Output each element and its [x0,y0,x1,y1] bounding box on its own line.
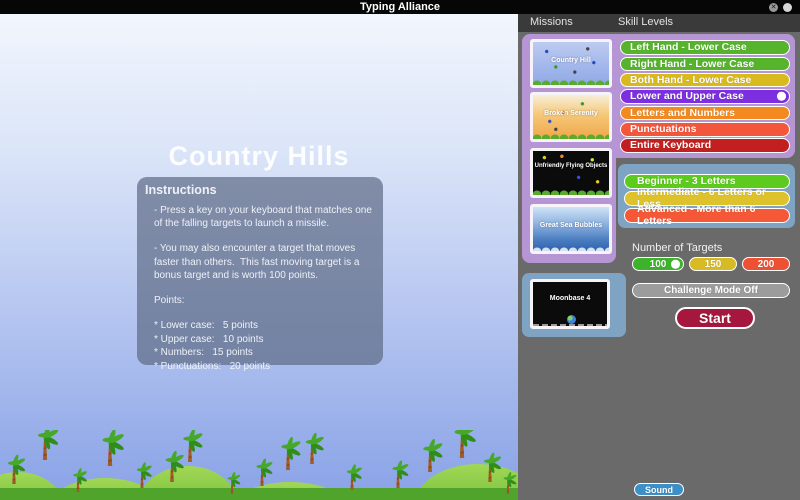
button-label: 150 [704,258,722,270]
selected-indicator-dot [777,92,786,101]
button-label: Start [699,310,731,326]
button-label: 100 [649,258,667,270]
mission-thumb-label: Moonbase 4 [549,295,591,303]
button-label: Advanced - More than 6 Letters [637,203,756,228]
skill-left-hand-lower-case[interactable]: Left Hand - Lower Case [620,40,790,55]
challenge-mode-button[interactable]: Challenge Mode Off [632,283,790,298]
button-label: Punctuations [630,123,697,136]
skill-punctuations[interactable]: Punctuations [620,122,790,137]
button-label: 200 [757,258,775,270]
mission-thumb-country-hill[interactable]: Country Hill [530,39,612,88]
button-label: Left Hand - Lower Case [630,41,747,54]
targets-100-button[interactable]: 100 [632,257,684,271]
window-title: Typing Alliance [359,1,441,13]
button-label: Both Hand - Lower Case [630,73,752,86]
mission-thumb-great-sea-bubbles[interactable]: Great Sea Bubbles [530,204,612,254]
button-label: Lower and Upper Case [630,90,744,103]
button-label: Sound [645,484,673,495]
skill-letters-and-numbers[interactable]: Letters and Numbers [620,105,790,120]
targets-150-button[interactable]: 150 [689,257,737,271]
app-window: Typing Alliance ✕ Country Hills Instruct… [0,0,800,500]
points-line: * Punctuations: 20 points [154,360,271,372]
title-bar: Typing Alliance ✕ [0,0,800,14]
points-header: Points: [154,294,185,306]
skill-entire-keyboard[interactable]: Entire Keyboard [620,138,790,153]
skill-levels-header: Skill Levels [618,16,674,28]
skill-lower-and-upper-case[interactable]: Lower and Upper Case [620,89,790,104]
earth-icon [567,315,577,324]
difficulty-advanced[interactable]: Advanced - More than 6 Letters [624,203,790,227]
mission-thumb-label: Country Hill [551,56,591,64]
number-of-targets-label: Number of Targets [632,242,723,254]
start-button[interactable]: Start [675,307,755,329]
skill-both-hand-lower-case[interactable]: Both Hand - Lower Case [620,72,790,87]
points-line: * Numbers: 15 points [154,347,253,359]
button-label: Right Hand - Lower Case [630,57,755,70]
mission-thumb-moonbase-4[interactable]: Moonbase 4 [530,279,610,329]
button-label: Challenge Mode Off [664,284,758,296]
mission-thumb-label: Unfriendly Flying Objects [534,163,608,170]
instructions-paragraph: - Press a key on your keyboard that matc… [154,205,375,230]
instructions-paragraph: - You may also encounter a target that m… [154,243,363,281]
mission-thumb-label: Great Sea Bubbles [539,221,603,229]
mission-thumb-broken-serenity[interactable]: Broken Serenity [530,92,612,142]
instructions-header: Instructions [145,183,217,197]
mission-thumb-label: Broken Serenity [544,109,598,117]
sidebar-header: Missions Skill Levels [518,14,800,32]
selected-indicator-dot [671,259,680,269]
targets-200-button[interactable]: 200 [742,257,790,271]
control-sidebar: Missions Skill Levels Country Hill Broke… [518,14,800,500]
points-line: * Lower case: 5 points [154,320,258,332]
game-preview-area: Country Hills Instructions - Press a key… [0,14,518,500]
instructions-panel: Instructions - Press a key on your keybo… [137,177,383,372]
button-label: Entire Keyboard [630,139,712,152]
mission-thumb-unfriendly-flying-objects[interactable]: Unfriendly Flying Objects [530,148,612,198]
skill-right-hand-lower-case[interactable]: Right Hand - Lower Case [620,56,790,71]
minimize-icon[interactable] [783,2,792,12]
hills-graphic [0,430,518,500]
missions-header: Missions [530,16,573,28]
button-label: Letters and Numbers [630,106,736,119]
close-icon[interactable]: ✕ [769,2,778,12]
points-line: * Upper case: 10 points [154,333,264,345]
mission-title: Country Hills [168,141,350,171]
sound-button[interactable]: Sound [634,483,684,496]
